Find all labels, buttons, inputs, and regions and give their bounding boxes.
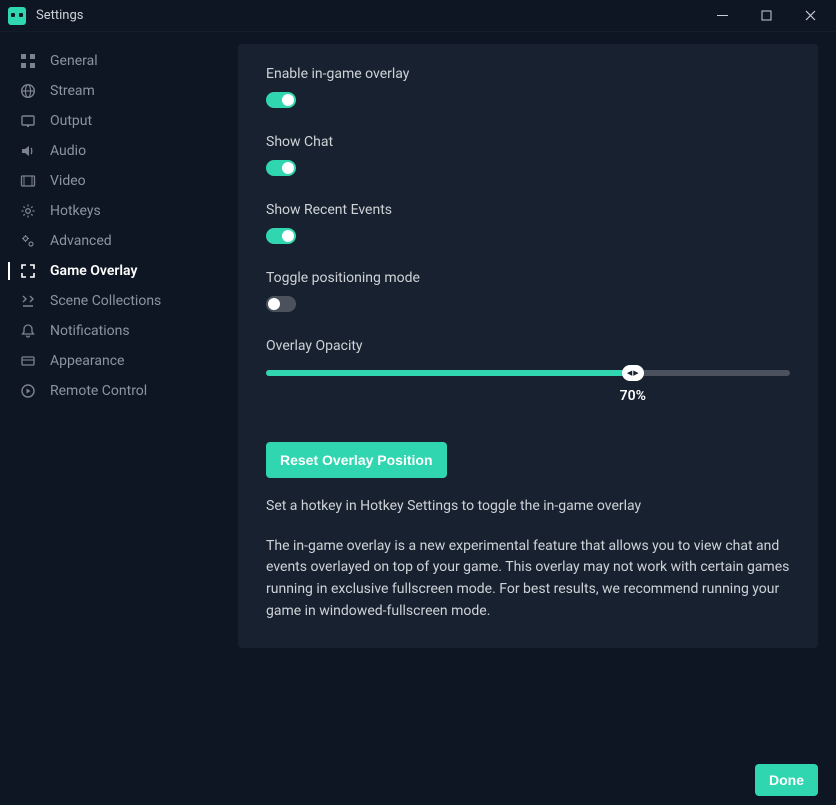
overlay-description: The in-game overlay is a new experimenta… — [266, 536, 790, 623]
show-events-label: Show Recent Events — [266, 202, 790, 218]
gear-icon — [20, 203, 36, 219]
sidebar-item-label: Advanced — [50, 233, 112, 249]
sidebar-item-remote-control[interactable]: Remote Control — [0, 376, 238, 406]
grid-icon — [20, 53, 36, 69]
appearance-icon — [20, 353, 36, 369]
done-button[interactable]: Done — [755, 764, 818, 796]
show-chat-toggle[interactable] — [266, 160, 296, 176]
sidebar-item-audio[interactable]: Audio — [0, 136, 238, 166]
minimize-button[interactable] — [700, 0, 744, 32]
sidebar-item-hotkeys[interactable]: Hotkeys — [0, 196, 238, 226]
sidebar-item-general[interactable]: General — [0, 46, 238, 76]
sidebar-item-label: Stream — [50, 83, 95, 99]
sidebar-item-scene-collections[interactable]: Scene Collections — [0, 286, 238, 316]
sidebar-item-label: Output — [50, 113, 92, 129]
sidebar-item-label: Notifications — [50, 323, 130, 339]
sidebar-item-game-overlay[interactable]: Game Overlay — [0, 256, 238, 286]
sidebar-item-stream[interactable]: Stream — [0, 76, 238, 106]
toggle-positioning-toggle[interactable] — [266, 296, 296, 312]
opacity-slider[interactable]: ◀▶ 70% — [266, 370, 790, 376]
bell-icon — [20, 323, 36, 339]
sidebar-item-label: Hotkeys — [50, 203, 101, 219]
sidebar-item-advanced[interactable]: Advanced — [0, 226, 238, 256]
sidebar-item-appearance[interactable]: Appearance — [0, 346, 238, 376]
enable-overlay-toggle[interactable] — [266, 92, 296, 108]
output-icon — [20, 113, 36, 129]
close-button[interactable] — [788, 0, 832, 32]
sidebar-item-label: Video — [50, 173, 86, 189]
sidebar-item-label: Game Overlay — [50, 263, 137, 279]
sidebar-item-notifications[interactable]: Notifications — [0, 316, 238, 346]
sidebar-item-video[interactable]: Video — [0, 166, 238, 196]
gears-icon — [20, 233, 36, 249]
sidebar-item-label: General — [50, 53, 98, 69]
settings-panel: Enable in-game overlay Show Chat Show Re… — [238, 44, 818, 648]
expand-icon — [20, 263, 36, 279]
sidebar-item-label: Audio — [50, 143, 86, 159]
sidebar-item-label: Appearance — [50, 353, 124, 369]
sidebar-item-label: Scene Collections — [50, 293, 161, 309]
sidebar-item-output[interactable]: Output — [0, 106, 238, 136]
play-circle-icon — [20, 383, 36, 399]
hotkey-hint: Set a hotkey in Hotkey Settings to toggl… — [266, 496, 790, 518]
show-events-toggle[interactable] — [266, 228, 296, 244]
collections-icon — [20, 293, 36, 309]
sidebar-item-label: Remote Control — [50, 383, 147, 399]
opacity-value: 70% — [620, 388, 646, 404]
audio-icon — [20, 143, 36, 159]
show-chat-label: Show Chat — [266, 134, 790, 150]
titlebar: Settings — [0, 0, 836, 32]
globe-icon — [20, 83, 36, 99]
maximize-button[interactable] — [744, 0, 788, 32]
video-icon — [20, 173, 36, 189]
reset-overlay-button[interactable]: Reset Overlay Position — [266, 442, 447, 478]
opacity-label: Overlay Opacity — [266, 338, 790, 354]
toggle-positioning-label: Toggle positioning mode — [266, 270, 790, 286]
enable-overlay-label: Enable in-game overlay — [266, 66, 790, 82]
app-icon — [8, 7, 26, 25]
sidebar: General Stream Output Audio Video — [0, 44, 238, 755]
window-title: Settings — [36, 8, 83, 23]
footer: Done — [0, 755, 836, 805]
